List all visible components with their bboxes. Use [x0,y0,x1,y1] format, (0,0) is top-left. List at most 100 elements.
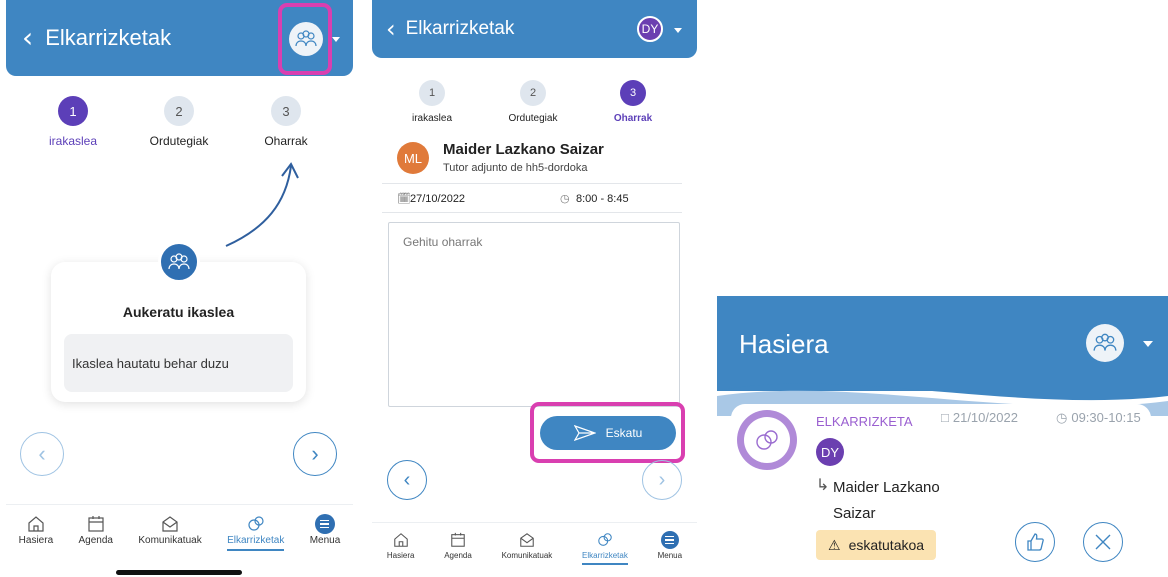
prev-button[interactable]: ‹ [20,432,64,476]
tab-hasiera[interactable]: Hasiera [19,513,53,546]
status-badge: ⚠ eskatutakoa [816,530,937,560]
step-2[interactable]: 2 Ordutegiak [488,80,578,124]
accept-button[interactable] [1015,522,1055,562]
tab-bar: Hasiera Agenda Komunikatuak Elkarrizketa… [6,504,353,554]
thumbs-up-icon [1027,533,1044,551]
envelope-icon [161,513,179,535]
step-1[interactable]: 1 irakaslea [28,96,118,148]
calendar-icon: 🗓 [397,193,411,205]
step-label: irakaslea [48,134,98,148]
tab-label: Menua [657,551,683,560]
screen-select-student: ‹ Elkarrizketak 1 irakaslea 2 Ordutegiak… [6,0,353,577]
tab-menua[interactable]: Menua [658,529,682,560]
chevron-down-icon[interactable] [332,37,340,42]
calendar-icon [87,513,105,535]
step-number: 3 [620,80,646,106]
active-tab-indicator [227,549,285,551]
page-title: Elkarrizketak [45,25,172,50]
envelope-icon [519,529,535,551]
tab-komunikatuak[interactable]: Komunikatuak [138,513,202,546]
active-tab-indicator [582,563,628,565]
tab-agenda[interactable]: Agenda [79,513,113,546]
card-title: Aukeratu ikaslea [122,304,235,320]
chat-bubbles-icon [756,430,778,450]
step-1[interactable]: 1 irakaslea [387,80,477,124]
tab-label: Agenda [444,551,472,560]
tab-label: Agenda [78,535,113,546]
step-label: Oharrak [613,113,653,124]
tab-elkarrizketak[interactable]: Elkarrizketak [227,513,285,551]
chevron-down-icon[interactable] [674,28,682,33]
students-icon [1093,333,1117,351]
app-header: ‹ Elkarrizketak DY [372,0,697,58]
step-3[interactable]: 3 Oharrak [241,96,331,148]
avatar: DY [816,438,844,466]
chat-bubbles-icon [246,513,266,535]
next-button[interactable]: › [642,460,682,500]
tab-menua[interactable]: Menua [310,513,340,546]
tab-hasiera[interactable]: Hasiera [386,529,415,560]
avatar[interactable]: DY [637,16,663,42]
step-number: 3 [271,96,301,126]
reply-arrow-icon: ↳ [816,477,830,494]
clock-icon: ◷ [1056,410,1068,425]
appointment-info: 🗓 27/10/2022 ◷ 8:00 - 8:45 [382,183,682,213]
step-label: Ordutegiak [508,113,558,124]
appointment-type-badge [737,410,797,470]
card-message: Ikaslea hautatu behar duzu [64,334,293,392]
prev-button[interactable]: ‹ [387,460,427,500]
tab-agenda[interactable]: Agenda [444,529,472,560]
next-button[interactable]: › [293,432,337,476]
step-number: 1 [419,80,445,106]
home-icon [393,529,409,551]
warning-icon: ⚠ [828,536,841,553]
appointment-card[interactable]: ELKARRIZKETA □ 21/10/2022 ◷ 09:30-10:15 … [731,404,1151,577]
calendar-icon [450,529,466,551]
step-number: 2 [520,80,546,106]
menu-icon [660,531,679,549]
teacher-name-line2: Saizar [833,505,876,522]
clock-icon: ◷ [560,193,570,205]
tab-bar: Hasiera Agenda Komunikatuak Elkarrizketa… [372,522,697,570]
select-student-card: Aukeratu ikaslea Ikaslea hautatu behar d… [51,262,306,402]
tab-komunikatuak[interactable]: Komunikatuak [501,529,553,560]
page-title: Elkarrizketak [405,18,515,39]
tab-label: Elkarrizketak [582,551,628,560]
step-3[interactable]: 3 Oharrak [588,80,678,124]
notes-textarea[interactable]: Gehitu oharrak [388,222,680,407]
tab-label: Komunikatuak [138,535,202,546]
appointment-time: 8:00 - 8:45 [576,193,629,205]
tab-label: Hasiera [386,551,415,560]
highlight-box [278,3,332,75]
tab-label: Komunikatuak [501,551,553,560]
menu-icon [314,514,335,534]
home-indicator [116,570,242,575]
step-number: 1 [58,96,88,126]
appointment-date: 21/10/2022 [952,410,1018,425]
teacher-role: Tutor adjunto de hh5-dordoka [443,162,588,174]
screen-home-card: Hasiera ELKARRIZKETA □ 21/10/2022 ◷ 09:3… [717,296,1168,577]
page-title: Hasiera [739,329,829,359]
tab-label: Hasiera [18,535,54,546]
chevron-down-icon[interactable] [1143,341,1153,347]
screen-notes: ‹ Elkarrizketak DY 1 irakaslea 2 Orduteg… [372,0,697,577]
back-icon[interactable]: ‹ [22,24,33,52]
back-icon[interactable]: ‹ [386,17,396,41]
tab-elkarrizketak[interactable]: Elkarrizketak [582,529,628,565]
tab-label: Elkarrizketak [227,535,285,546]
status-label: eskatutakoa [848,537,925,553]
appointment-time: 09:30-10:15 [1071,410,1141,425]
home-icon [27,513,45,535]
arrow-icon [225,162,299,247]
students-badge [158,241,200,283]
highlight-box [530,402,685,463]
step-2[interactable]: 2 Ordutegiak [134,96,224,148]
appointment-date: 27/10/2022 [410,193,466,205]
cancel-button[interactable] [1083,522,1123,562]
step-label: Oharrak [264,134,308,148]
close-icon [1095,534,1111,550]
appointment-date-row: □ 21/10/2022 [941,410,1018,425]
appointment-category: ELKARRIZKETA [816,414,913,429]
student-selector-avatar[interactable] [1086,324,1124,362]
step-label: Ordutegiak [149,134,209,148]
